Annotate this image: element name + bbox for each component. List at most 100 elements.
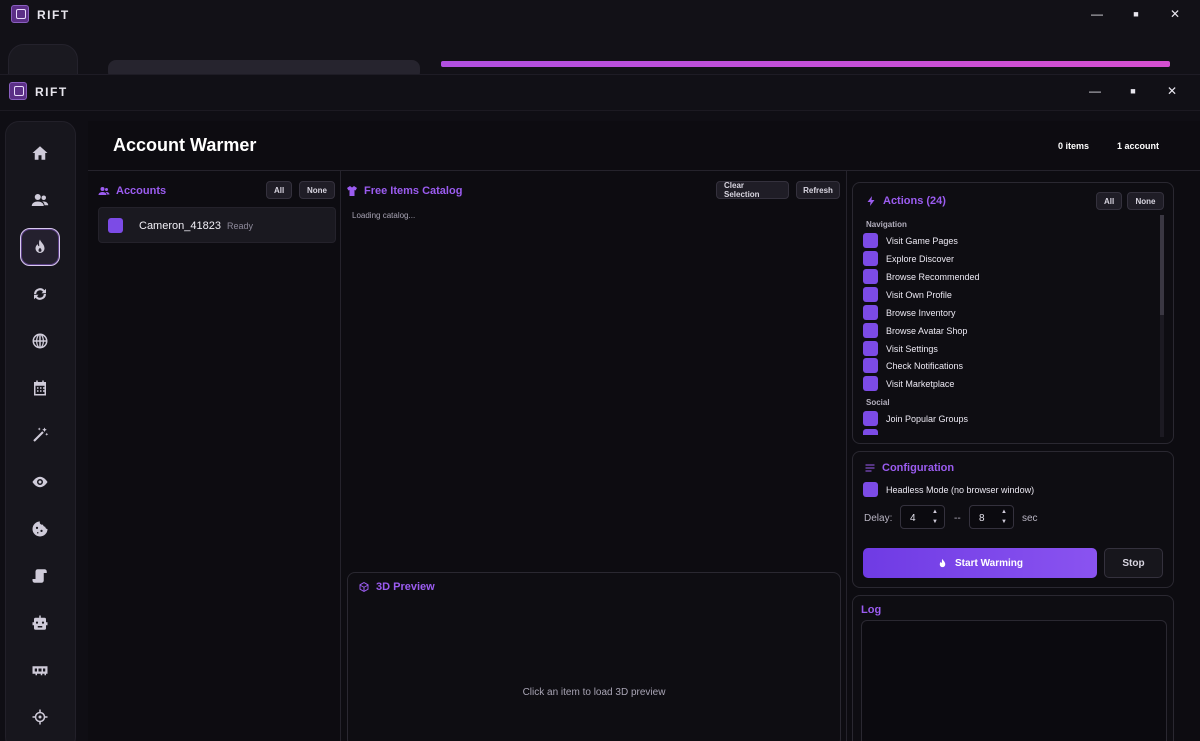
action-item[interactable]: Browse Avatar Shop (863, 323, 967, 338)
items-count: 0 items (1058, 141, 1090, 151)
action-label: Join Popular Groups (886, 413, 969, 424)
close-button[interactable]: ✕ (1162, 84, 1182, 98)
catalog-title: Free Items Catalog (346, 185, 462, 197)
action-item[interactable]: Browse Inventory (863, 305, 956, 320)
action-item[interactable]: Visit Game Pages (863, 233, 958, 248)
action-item[interactable]: Check Notifications (863, 358, 963, 373)
action-checkbox[interactable] (863, 358, 878, 373)
cube-icon (359, 582, 369, 592)
actions-title: Actions (24) (865, 195, 946, 207)
action-checkbox[interactable] (863, 269, 878, 284)
action-checkbox[interactable] (863, 305, 878, 320)
accounts-count: 1 account (1117, 141, 1160, 151)
accounts-select-all-button[interactable]: All (266, 181, 293, 199)
preview-title: 3D Preview (358, 581, 435, 593)
actions-panel: Actions (24) All None Navigation Visit G… (852, 182, 1174, 444)
delay-max-input[interactable]: 8 ▲ ▼ (969, 505, 1014, 529)
clear-selection-button[interactable]: Clear Selection (716, 181, 789, 199)
background-titlebar: RIFT — ■ ✕ (0, 0, 1200, 30)
action-checkbox-partial[interactable] (863, 429, 878, 435)
nav-accounts[interactable] (20, 181, 60, 219)
actions-scrollbar-thumb[interactable] (1160, 215, 1164, 315)
nav-robot[interactable] (20, 604, 60, 642)
action-item[interactable]: Visit Settings (863, 341, 938, 356)
account-checkbox[interactable] (108, 218, 123, 233)
preview-title-label: 3D Preview (376, 581, 435, 593)
sidebar (5, 121, 76, 741)
robot-icon (32, 615, 48, 630)
minimize-button[interactable]: — (1085, 84, 1105, 98)
nav-magic[interactable] (20, 416, 60, 454)
nav-eye[interactable] (20, 463, 60, 501)
accounts-title: Accounts (98, 185, 166, 197)
app-logo (11, 5, 29, 23)
action-checkbox[interactable] (863, 287, 878, 302)
start-warming-button[interactable]: Start Warming (863, 548, 1097, 578)
app-logo (9, 82, 27, 100)
accounts-panel: Accounts All None Cameron_41823 Ready (88, 171, 341, 741)
nav-memory[interactable] (20, 651, 60, 689)
page-title: Account Warmer (113, 135, 257, 155)
nav-warmer[interactable] (20, 228, 60, 266)
calendar-icon (34, 380, 46, 396)
cookie-icon (32, 521, 48, 537)
delay-min-input[interactable]: 4 ▲ ▼ (900, 505, 945, 529)
nav-sync[interactable] (20, 275, 60, 313)
nav-cookies[interactable] (20, 510, 60, 548)
action-item[interactable]: Explore Discover (863, 251, 954, 266)
action-checkbox[interactable] (863, 251, 878, 266)
account-status: Ready (227, 221, 254, 231)
stop-button[interactable]: Stop (1104, 548, 1163, 578)
action-checkbox[interactable] (863, 376, 878, 391)
nav-globe[interactable] (20, 322, 60, 360)
decrement-icon[interactable]: ▼ (932, 519, 938, 525)
action-item[interactable]: Browse Recommended (863, 269, 980, 284)
accounts-select-none-button[interactable]: None (299, 181, 335, 199)
action-item[interactable]: Visit Own Profile (863, 287, 952, 302)
nav-crosshair[interactable] (20, 698, 60, 736)
magic-wand-icon (33, 427, 49, 442)
increment-icon[interactable]: ▲ (1001, 509, 1007, 515)
action-checkbox[interactable] (863, 323, 878, 338)
delay-max-value: 8 (979, 513, 985, 524)
actions-select-all-button[interactable]: All (1096, 192, 1123, 210)
preview-panel: 3D Preview Click an item to load 3D prev… (347, 572, 841, 741)
nav-home[interactable] (20, 134, 60, 172)
decrement-icon[interactable]: ▼ (1001, 519, 1007, 525)
close-button[interactable]: ✕ (1165, 7, 1185, 21)
maximize-button[interactable]: ■ (1123, 86, 1143, 96)
action-item[interactable]: Join Popular Groups (863, 411, 968, 426)
log-output[interactable] (861, 620, 1167, 741)
background-progress-bar (441, 61, 1170, 67)
maximize-button[interactable]: ■ (1126, 9, 1146, 19)
section-label-social: Social (866, 398, 890, 407)
nav-scroll[interactable] (20, 557, 60, 595)
delay-label: Delay: (864, 513, 893, 524)
configuration-title: Configuration (864, 462, 954, 474)
preview-hint: Click an item to load 3D preview (522, 687, 666, 698)
minimize-button[interactable]: — (1087, 7, 1107, 21)
actions-title-label: Actions (24) (883, 195, 946, 207)
action-checkbox[interactable] (863, 341, 878, 356)
titlebar: RIFT — ■ ✕ (0, 75, 1200, 111)
account-name: Cameron_41823 (139, 220, 221, 232)
action-label: Explore Discover (886, 253, 955, 264)
catalog-panel: Free Items Catalog Clear Selection Refre… (342, 171, 847, 741)
refresh-button[interactable]: Refresh (796, 181, 840, 199)
action-label: Visit Marketplace (886, 378, 955, 389)
app-name: RIFT (35, 85, 68, 99)
increment-icon[interactable]: ▲ (932, 509, 938, 515)
scroll-icon (32, 569, 47, 583)
action-checkbox[interactable] (863, 411, 878, 426)
start-warming-label: Start Warming (955, 557, 1023, 569)
fire-icon (35, 239, 45, 253)
catalog-title-label: Free Items Catalog (364, 185, 463, 197)
headless-checkbox[interactable] (863, 482, 878, 497)
users-icon (31, 194, 49, 206)
action-checkbox[interactable] (863, 233, 878, 248)
action-item[interactable]: Visit Marketplace (863, 376, 954, 391)
nav-calendar[interactable] (20, 369, 60, 407)
actions-select-none-button[interactable]: None (1127, 192, 1164, 210)
log-title: Log (861, 604, 881, 616)
account-row[interactable]: Cameron_41823 Ready (98, 207, 336, 243)
